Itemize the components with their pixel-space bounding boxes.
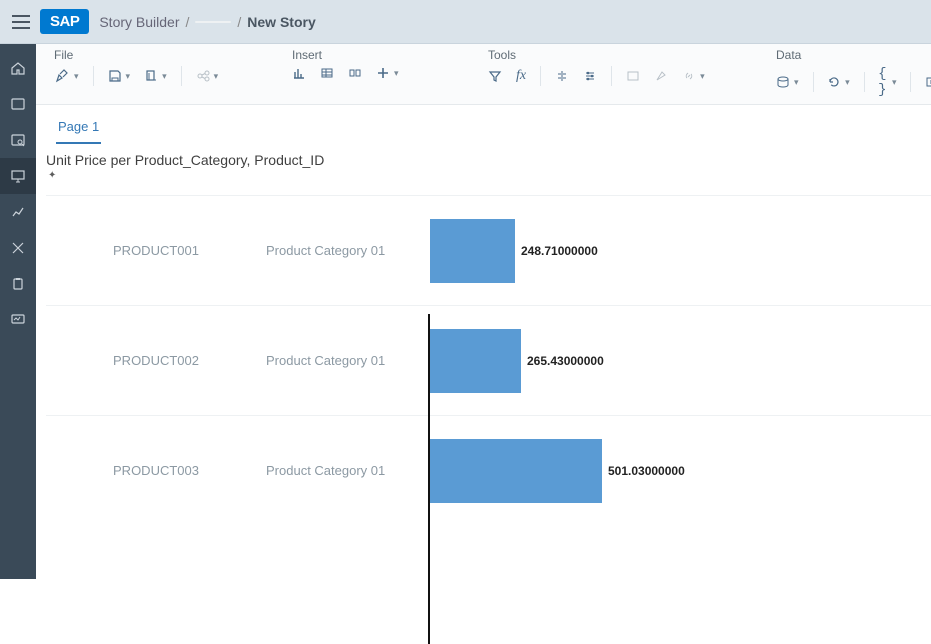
product-category-label: Product Category 01 [266,243,426,258]
sap-logo: SAP [40,9,89,34]
bar-value-label: 501.03000000 [608,464,685,478]
content: File ▾ ▾ ▾ ▾ Insert ▾ [36,44,931,579]
table-button[interactable] [320,66,334,80]
tabbar: Page 1 [36,105,931,144]
compare-button[interactable] [555,69,569,83]
sidebar-home-icon[interactable] [0,50,36,86]
main: File ▾ ▾ ▾ ▾ Insert ▾ [0,44,931,579]
ribbon-label-insert: Insert [292,48,460,62]
breadcrumb-current: New Story [247,14,315,30]
edit-prompts-button[interactable]: { }▾ [878,66,896,98]
ribbon-label-tools: Tools [488,48,748,62]
chart-body: PRODUCT001 Product Category 01 248.71000… [46,195,931,525]
product-id-label: PRODUCT003 [46,463,266,478]
ribbon-group-insert: Insert ▾ [292,48,460,104]
ribbon-label-file: File [54,48,264,62]
ribbon-group-data: Data ▾ ▾ { }▾ [776,48,931,104]
breadcrumb-middle[interactable] [195,21,231,23]
topbar: SAP Story Builder / / New Story [0,0,931,44]
breadcrumb-app[interactable]: Story Builder [99,14,179,30]
product-id-label: PRODUCT002 [46,353,266,368]
datasource-button[interactable]: ▾ [776,75,799,89]
chart-row: PRODUCT002 Product Category 01 265.43000… [46,305,931,415]
chart-title: Unit Price per Product_Category, Product… [46,152,931,168]
more-button[interactable] [925,75,931,89]
bar[interactable] [430,439,602,503]
ribbon-label-data: Data [776,48,931,62]
breadcrumb-sep: / [186,14,190,30]
chart-row: PRODUCT001 Product Category 01 248.71000… [46,195,931,305]
product-category-label: Product Category 01 [266,353,426,368]
ribbon-group-file: File ▾ ▾ ▾ ▾ [54,48,264,104]
chart-button[interactable] [292,66,306,80]
share-button: ▾ [196,69,219,83]
loading-indicator-icon: ✦ [48,170,931,181]
filter-button[interactable] [488,69,502,83]
menu-icon[interactable] [12,15,30,29]
ribbon: File ▾ ▾ ▾ ▾ Insert ▾ [36,44,931,105]
product-category-label: Product Category 01 [266,463,426,478]
tab-page1[interactable]: Page 1 [56,115,101,144]
sidebar-clipboard-icon[interactable] [0,266,36,302]
product-id-label: PRODUCT001 [46,243,266,258]
chart-area: Unit Price per Product_Category, Product… [36,144,931,525]
object-button[interactable] [348,66,362,80]
chart-row: PRODUCT003 Product Category 01 501.03000… [46,415,931,525]
breadcrumb: Story Builder / / New Story [99,14,315,30]
formula-button[interactable]: fx [516,68,526,84]
link-button: ▾ [682,69,705,83]
breadcrumb-sep: / [237,14,241,30]
bar-value-label: 248.71000000 [521,244,598,258]
designer-button[interactable]: ▾ [54,68,79,84]
sidebar-monitor-icon[interactable] [0,302,36,338]
add-button[interactable]: ▾ [376,66,399,80]
cond-format-button [626,69,640,83]
sidebar-presentation-icon[interactable] [0,158,36,194]
copy-button[interactable]: ▾ [144,69,167,83]
save-button[interactable]: ▾ [108,69,131,83]
bar-value-label: 265.43000000 [527,354,604,368]
bar[interactable] [430,329,521,393]
sidebar-search-icon[interactable] [0,122,36,158]
controls-button[interactable] [583,69,597,83]
bar[interactable] [430,219,515,283]
style-button [654,69,668,83]
sidebar-analytics-icon[interactable] [0,194,36,230]
refresh-button[interactable]: ▾ [827,75,850,89]
ribbon-group-tools: Tools fx ▾ [488,48,748,104]
sidebar-tools-icon[interactable] [0,230,36,266]
sidebar-files-icon[interactable] [0,86,36,122]
sidebar [0,44,36,579]
